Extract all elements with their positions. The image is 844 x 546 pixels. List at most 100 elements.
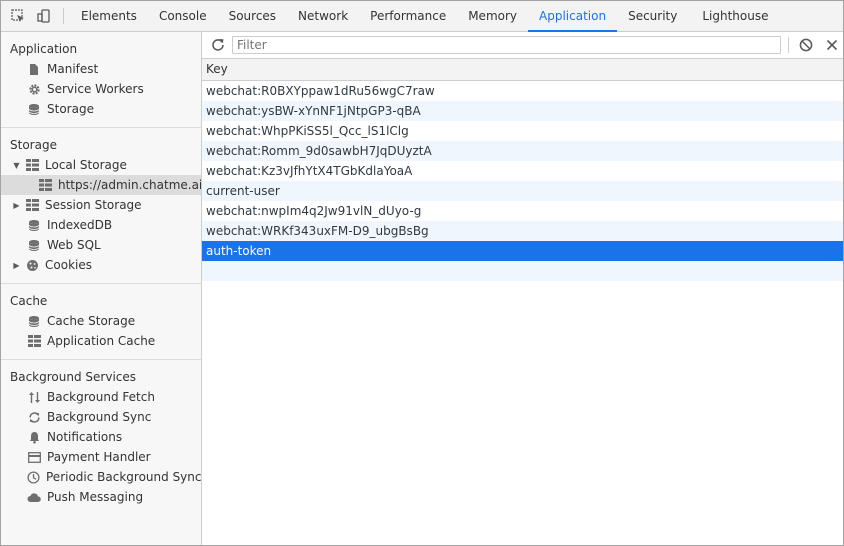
- table-row-selected[interactable]: auth-token: [202, 241, 843, 261]
- tab-memory[interactable]: Memory: [457, 1, 528, 31]
- tab-performance[interactable]: Performance: [359, 1, 457, 31]
- delete-selected-button[interactable]: [821, 34, 843, 56]
- tab-sources[interactable]: Sources: [218, 1, 287, 31]
- sidebar-item-local-storage[interactable]: ▼ Local Storage: [1, 155, 201, 175]
- section-storage: Storage ▼ Local Storage https://admin.ch…: [1, 135, 201, 284]
- grid-icon: [25, 198, 39, 212]
- clock-icon: [27, 470, 40, 484]
- tab-security[interactable]: Security: [617, 1, 688, 31]
- close-icon: [826, 39, 838, 51]
- table-row[interactable]: webchat:WhpPKiSS5l_Qcc_lS1lClg: [202, 121, 843, 141]
- sidebar-item-label: Background Fetch: [47, 390, 155, 404]
- sidebar-item-label: Local Storage: [45, 158, 127, 172]
- sidebar-item-session-storage[interactable]: ▶ Session Storage: [1, 195, 201, 215]
- sidebar-item-label: Cookies: [45, 258, 92, 272]
- table-row[interactable]: webchat:Romm_9d0sawbH7JqDUyztA: [202, 141, 843, 161]
- sidebar-item-label: Background Sync: [47, 410, 152, 424]
- file-icon: [27, 62, 41, 76]
- triangle-down-icon[interactable]: ▼: [12, 155, 21, 175]
- grid-icon: [25, 158, 39, 172]
- sidebar-item-cookies[interactable]: ▶ Cookies: [1, 255, 201, 275]
- devtools-tabbar: Elements Console Sources Network Perform…: [1, 1, 843, 32]
- sidebar-item-label: Periodic Background Sync: [46, 470, 202, 484]
- section-title-storage: Storage: [10, 138, 57, 152]
- cloud-icon: [27, 490, 41, 504]
- triangle-right-icon[interactable]: ▶: [12, 255, 21, 275]
- sidebar-item-push-messaging[interactable]: Push Messaging: [1, 487, 201, 507]
- sidebar-item-service-workers[interactable]: Service Workers: [1, 79, 201, 99]
- storage-key-list: webchat:R0BXYppaw1dRu56wgC7raw webchat:y…: [202, 81, 843, 281]
- triangle-right-icon[interactable]: ▶: [12, 195, 21, 215]
- application-sidebar: Application Manifest Service Workers Sto…: [1, 32, 202, 545]
- section-application: Application Manifest Service Workers Sto…: [1, 39, 201, 128]
- tab-network[interactable]: Network: [287, 1, 359, 31]
- section-title-background-services: Background Services: [10, 370, 137, 384]
- toolbar-separator: [788, 37, 790, 53]
- section-background-services: Background Services Background Fetch Bac…: [1, 367, 201, 515]
- table-row-empty[interactable]: [202, 261, 843, 281]
- table-row[interactable]: current-user: [202, 181, 843, 201]
- database-icon: [27, 102, 41, 116]
- sidebar-item-label: Cache Storage: [47, 314, 136, 328]
- sync-icon: [27, 410, 41, 424]
- tab-elements[interactable]: Elements: [70, 1, 148, 31]
- sidebar-item-indexeddb[interactable]: IndexedDB: [1, 215, 201, 235]
- grid-icon: [39, 178, 52, 192]
- device-toolbar-icon[interactable]: [31, 1, 57, 31]
- gear-icon: [27, 82, 41, 96]
- storage-content-panel: Key webchat:R0BXYppaw1dRu56wgC7raw webch…: [202, 32, 843, 545]
- sidebar-item-label: IndexedDB: [47, 218, 113, 232]
- section-title-cache: Cache: [10, 294, 48, 308]
- table-row[interactable]: webchat:WRKf343uxFM-D9_ubgBsBg: [202, 221, 843, 241]
- sidebar-item-label: Push Messaging: [47, 490, 144, 504]
- database-icon: [27, 238, 41, 252]
- grid-icon: [27, 334, 41, 348]
- section-cache: Cache Cache Storage Application Cache: [1, 291, 201, 360]
- table-row[interactable]: webchat:nwpIm4q2Jw91vlN_dUyo-g: [202, 201, 843, 221]
- sidebar-item-application-cache[interactable]: Application Cache: [1, 331, 201, 351]
- column-header-key[interactable]: Key: [202, 59, 843, 81]
- sidebar-item-label: Manifest: [47, 62, 99, 76]
- sidebar-item-local-storage-origin[interactable]: https://admin.chatme.ai: [1, 175, 201, 195]
- filter-input[interactable]: [231, 36, 782, 54]
- database-icon: [27, 314, 41, 328]
- table-row[interactable]: webchat:Kz3vJfhYtX4TGbKdlaYoaA: [202, 161, 843, 181]
- sidebar-item-payment-handler[interactable]: Payment Handler: [1, 447, 201, 467]
- sidebar-item-manifest[interactable]: Manifest: [1, 59, 201, 79]
- sidebar-item-label: Storage: [47, 102, 94, 116]
- inspect-element-icon[interactable]: [5, 1, 31, 31]
- cookie-icon: [25, 258, 39, 272]
- card-icon: [27, 450, 41, 464]
- sidebar-item-label: Notifications: [47, 430, 123, 444]
- devtools-window: Elements Console Sources Network Perform…: [0, 0, 844, 546]
- sidebar-item-periodic-background-sync[interactable]: Periodic Background Sync: [1, 467, 201, 487]
- sidebar-item-label: https://admin.chatme.ai: [58, 178, 202, 192]
- clear-all-button[interactable]: [795, 34, 817, 56]
- sidebar-item-background-sync[interactable]: Background Sync: [1, 407, 201, 427]
- sidebar-item-cache-storage[interactable]: Cache Storage: [1, 311, 201, 331]
- refresh-icon: [211, 38, 225, 52]
- database-icon: [27, 218, 41, 232]
- table-row[interactable]: webchat:ysBW-xYnNF1jNtpGP3-qBA: [202, 101, 843, 121]
- refresh-button[interactable]: [204, 32, 232, 58]
- bell-icon: [27, 430, 41, 444]
- sidebar-item-label: Service Workers: [47, 82, 144, 96]
- main-area: Application Manifest Service Workers Sto…: [1, 32, 843, 545]
- sidebar-item-background-fetch[interactable]: Background Fetch: [1, 387, 201, 407]
- sidebar-item-label: Session Storage: [45, 198, 142, 212]
- storage-toolbar: [202, 32, 843, 59]
- toolbar-separator: [63, 8, 64, 24]
- sidebar-item-label: Application Cache: [47, 334, 156, 348]
- table-row[interactable]: webchat:R0BXYppaw1dRu56wgC7raw: [202, 81, 843, 101]
- sidebar-item-notifications[interactable]: Notifications: [1, 427, 201, 447]
- tab-lighthouse[interactable]: Lighthouse: [688, 1, 779, 31]
- block-icon: [799, 38, 813, 52]
- arrows-updown-icon: [27, 390, 41, 404]
- sidebar-item-label: Payment Handler: [47, 450, 151, 464]
- sidebar-item-label: Web SQL: [47, 238, 101, 252]
- section-title-application: Application: [10, 42, 78, 56]
- tab-application[interactable]: Application: [528, 1, 618, 32]
- tab-console[interactable]: Console: [148, 1, 218, 31]
- sidebar-item-websql[interactable]: Web SQL: [1, 235, 201, 255]
- sidebar-item-storage[interactable]: Storage: [1, 99, 201, 119]
